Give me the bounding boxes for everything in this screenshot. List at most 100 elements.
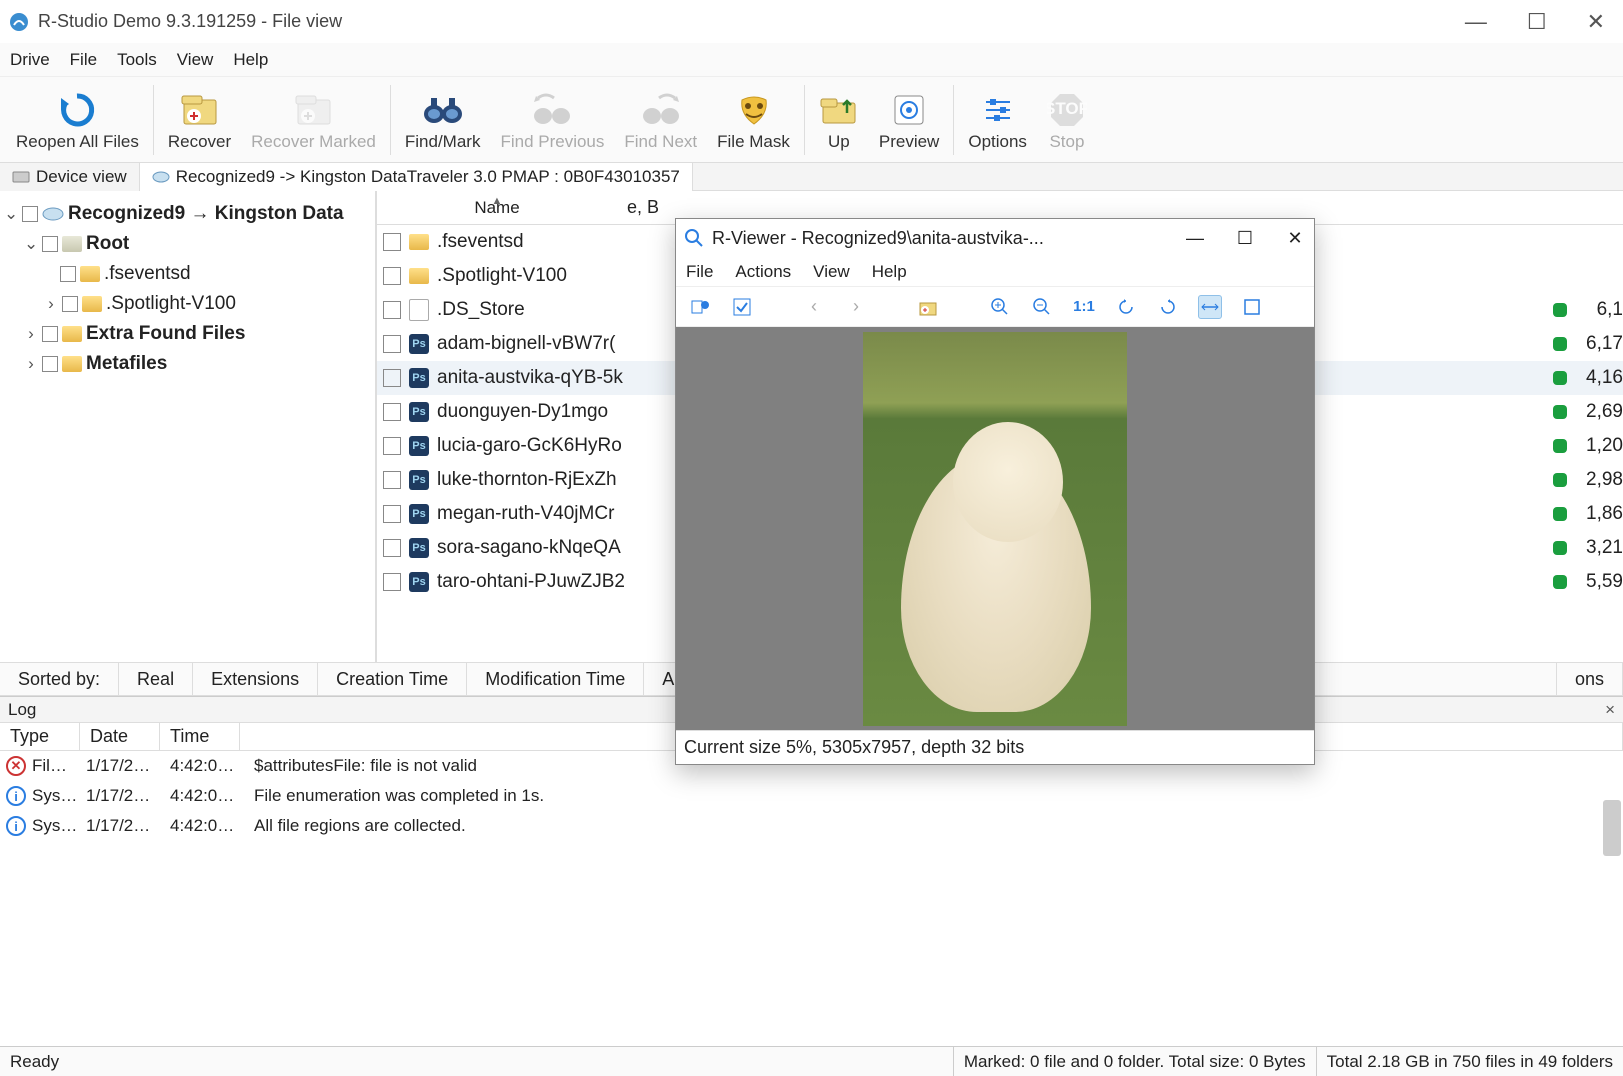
sort-extensions[interactable]: Extensions (193, 663, 318, 695)
viewer-menu-view[interactable]: View (813, 262, 850, 282)
tree-row[interactable]: ›Extra Found Files (0, 319, 375, 349)
tab-recognized[interactable]: Recognized9 -> Kingston DataTraveler 3.0… (140, 163, 693, 191)
photoshop-icon: Ps (409, 538, 429, 558)
next-icon[interactable]: › (844, 295, 868, 319)
tree-checkbox[interactable] (62, 296, 78, 312)
photoshop-icon: Ps (409, 436, 429, 456)
viewer-menu-help[interactable]: Help (872, 262, 907, 282)
options-button[interactable]: Options (958, 78, 1037, 162)
tree-row[interactable]: ⌄Root (0, 229, 375, 259)
rotate-right-icon[interactable] (1156, 295, 1180, 319)
close-button[interactable]: ✕ (1587, 9, 1605, 35)
tree-row[interactable]: ⌄Recognized9 → Kingston Data (0, 199, 375, 229)
log-col-type[interactable]: Type (0, 723, 80, 750)
find-next-button[interactable]: Find Next (614, 78, 707, 162)
recover-icon (180, 88, 220, 132)
sort-modification-time[interactable]: Modification Time (467, 663, 644, 695)
expand-icon[interactable]: › (44, 294, 58, 314)
log-row[interactable]: iSys…1/17/2…4:42:0…File enumeration was … (0, 781, 1623, 811)
viewer-window[interactable]: R-Viewer - Recognized9\anita-austvika-..… (675, 218, 1315, 765)
viewer-menu-file[interactable]: File (686, 262, 713, 282)
preview-image (863, 332, 1127, 726)
tab-device-view[interactable]: Device view (0, 163, 140, 191)
tree-checkbox[interactable] (60, 266, 76, 282)
zoom-out-icon[interactable] (1030, 295, 1054, 319)
log-level-icon: i (6, 786, 26, 806)
recover-file-icon[interactable] (916, 295, 940, 319)
reopen-all-files-button[interactable]: Reopen All Files (6, 78, 149, 162)
menu-help[interactable]: Help (233, 50, 268, 70)
menu-view[interactable]: View (177, 50, 214, 70)
rotate-left-icon[interactable] (1114, 295, 1138, 319)
folder-icon (82, 296, 102, 312)
sort-creation-time[interactable]: Creation Time (318, 663, 467, 695)
log-row[interactable]: iSys…1/17/2…4:42:0…All file regions are … (0, 811, 1623, 841)
maximize-button[interactable]: ☐ (1527, 9, 1547, 35)
tree-checkbox[interactable] (42, 356, 58, 372)
menu-drive[interactable]: Drive (10, 50, 50, 70)
tree-checkbox[interactable] (22, 206, 38, 222)
expand-icon[interactable]: ⌄ (24, 234, 38, 254)
recover-marked-button[interactable]: Recover Marked (241, 78, 386, 162)
sort-real[interactable]: Real (119, 663, 193, 695)
log-scrollbar-thumb[interactable] (1603, 800, 1621, 856)
options-icon (980, 88, 1016, 132)
file-checkbox[interactable] (383, 267, 401, 285)
viewer-menu-actions[interactable]: Actions (735, 262, 791, 282)
file-checkbox[interactable] (383, 301, 401, 319)
menu-file[interactable]: File (70, 50, 97, 70)
recover-button[interactable]: Recover (158, 78, 241, 162)
find-previous-button[interactable]: Find Previous (490, 78, 614, 162)
fit-width-icon[interactable] (1198, 295, 1222, 319)
viewer-status: Current size 5%, 5305x7957, depth 32 bit… (676, 730, 1314, 764)
expand-icon[interactable]: ⌄ (4, 204, 18, 224)
fullscreen-icon[interactable] (1240, 295, 1264, 319)
tree-checkbox[interactable] (42, 236, 58, 252)
photoshop-icon: Ps (409, 402, 429, 422)
goto-icon[interactable] (688, 295, 712, 319)
file-checkbox[interactable] (383, 539, 401, 557)
expand-icon[interactable]: › (24, 354, 38, 374)
column-partial[interactable]: e, B (617, 197, 677, 218)
stop-button[interactable]: STOP Stop (1037, 78, 1097, 162)
viewer-image-area[interactable] (676, 327, 1314, 730)
folder-icon (409, 268, 429, 284)
log-close-button[interactable]: × (1605, 700, 1615, 720)
sort-partial-ons[interactable]: ons (1556, 663, 1623, 695)
viewer-menu-bar: File Actions View Help (676, 257, 1314, 287)
file-mask-button[interactable]: File Mask (707, 78, 800, 162)
find-mark-button[interactable]: Find/Mark (395, 78, 491, 162)
tree-row[interactable]: ›Metafiles (0, 349, 375, 379)
log-col-date[interactable]: Date (80, 723, 160, 750)
up-button[interactable]: Up (809, 78, 869, 162)
expand-icon[interactable]: › (24, 324, 38, 344)
viewer-close-button[interactable]: ✕ (1284, 228, 1306, 249)
menu-tools[interactable]: Tools (117, 50, 157, 70)
file-checkbox[interactable] (383, 437, 401, 455)
file-checkbox[interactable] (383, 573, 401, 591)
file-checkbox[interactable] (383, 233, 401, 251)
log-col-time[interactable]: Time (160, 723, 240, 750)
tree-checkbox[interactable] (42, 326, 58, 342)
app-icon (8, 11, 30, 33)
viewer-maximize-button[interactable]: ☐ (1234, 228, 1256, 249)
file-checkbox[interactable] (383, 505, 401, 523)
file-checkbox[interactable] (383, 471, 401, 489)
file-checkbox[interactable] (383, 403, 401, 421)
preview-button[interactable]: Preview (869, 78, 949, 162)
zoom-in-icon[interactable] (988, 295, 1012, 319)
viewer-app-icon (684, 228, 704, 248)
zoom-100-icon[interactable]: 1:1 (1072, 295, 1096, 319)
viewer-minimize-button[interactable]: — (1184, 228, 1206, 249)
file-checkbox[interactable] (383, 369, 401, 387)
drive-icon (42, 206, 64, 222)
file-checkbox[interactable] (383, 335, 401, 353)
minimize-button[interactable]: — (1465, 9, 1487, 35)
file-size: 6,1 (1579, 299, 1623, 321)
tree-row[interactable]: .fseventsd (0, 259, 375, 289)
viewer-title-bar[interactable]: R-Viewer - Recognized9\anita-austvika-..… (676, 219, 1314, 257)
check-icon[interactable] (730, 295, 754, 319)
prev-icon[interactable]: ‹ (802, 295, 826, 319)
tree-row[interactable]: ›.Spotlight-V100 (0, 289, 375, 319)
column-name[interactable]: ▲Name (377, 197, 617, 218)
